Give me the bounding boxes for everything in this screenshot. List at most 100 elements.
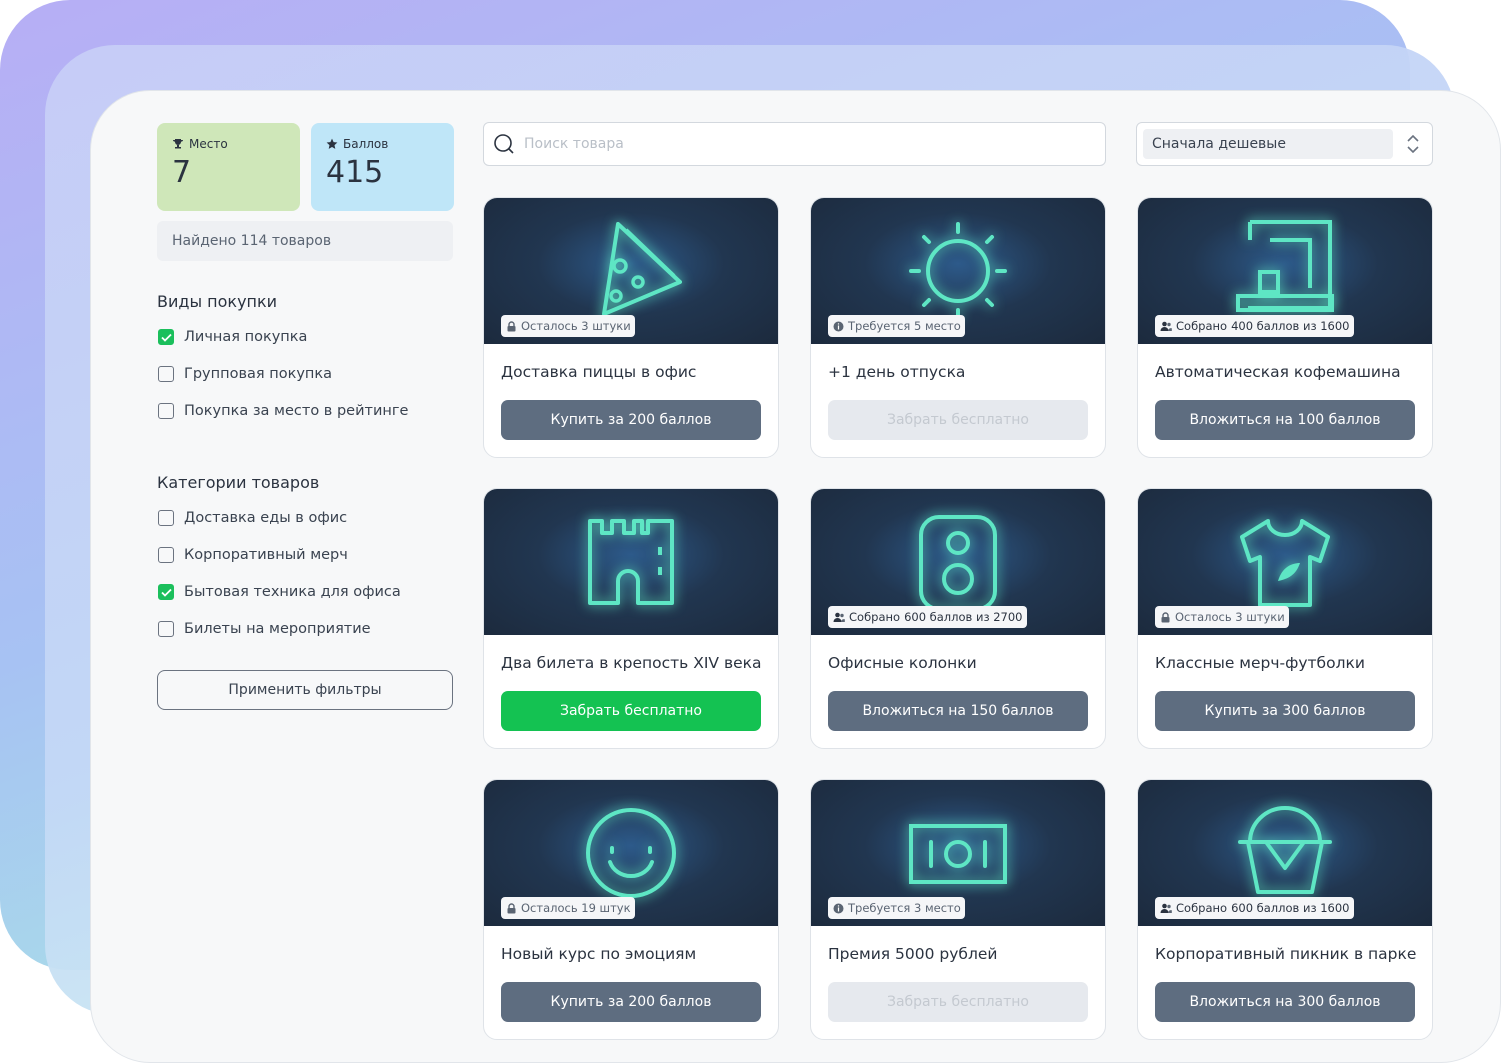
sort-selected-value[interactable]: Сначала дешевые [1143, 129, 1393, 159]
categories-heading: Категории товаров [157, 473, 320, 492]
filter-personal-purchase[interactable]: Личная покупка [158, 329, 307, 345]
badge-text: 600 баллов из 2700 [904, 610, 1023, 624]
filter-group-purchase[interactable]: Групповая покупка [158, 366, 332, 382]
filter-food-delivery[interactable]: Доставка еды в офис [158, 510, 347, 526]
sort-select[interactable]: Сначала дешевые [1136, 122, 1433, 166]
coffee-machine-icon [1236, 220, 1334, 312]
product-image: Осталось 19 штук [484, 780, 778, 926]
badge-text: Требуется 3 место [848, 901, 961, 915]
basket-icon [1238, 806, 1332, 894]
info-icon [833, 321, 844, 331]
invest-button[interactable]: Вложиться на 300 баллов [1155, 982, 1415, 1022]
badge-prefix: Собрано [849, 610, 901, 624]
product-card[interactable]: Два билета в крепость XIV века Забрать б… [483, 488, 779, 749]
product-title: Корпоративный пикник в парке [1155, 945, 1417, 963]
lock-icon [507, 902, 516, 913]
product-card[interactable]: Собрано 600 баллов из 2700 Офисные колон… [810, 488, 1106, 749]
checkbox[interactable] [158, 366, 174, 382]
product-title: Премия 5000 рублей [828, 945, 998, 963]
badge-text: Осталось 19 штук [521, 901, 631, 915]
buy-button[interactable]: Купить за 300 баллов [1155, 691, 1415, 731]
buy-button[interactable]: Купить за 200 баллов [501, 982, 761, 1022]
speaker-icon [919, 515, 997, 611]
fortress-icon [588, 519, 674, 605]
product-image [484, 489, 778, 635]
claim-free-button[interactable]: Забрать бесплатно [501, 691, 761, 731]
users-icon [1160, 903, 1172, 913]
product-card[interactable]: Требуется 5 место +1 день отпуска Забрат… [810, 197, 1106, 458]
product-badge: Осталось 19 штук [501, 897, 635, 919]
badge-prefix: Собрано [1176, 901, 1228, 915]
purchase-types-heading: Виды покупки [157, 292, 278, 311]
buy-button[interactable]: Купить за 200 баллов [501, 400, 761, 440]
badge-text: 400 баллов из 1600 [1231, 319, 1350, 333]
checkbox[interactable] [158, 403, 174, 419]
place-stat-card: Место 7 [157, 123, 300, 211]
filter-office-appliances[interactable]: Бытовая техника для офиса [158, 584, 401, 600]
badge-text: 600 баллов из 1600 [1231, 901, 1350, 915]
filter-rating-purchase[interactable]: Покупка за место в рейтинге [158, 403, 408, 419]
search-input[interactable] [522, 135, 1086, 153]
checkbox-checked[interactable] [158, 329, 174, 345]
invest-button[interactable]: Вложиться на 150 баллов [828, 691, 1088, 731]
filter-event-tickets[interactable]: Билеты на мероприятие [158, 621, 371, 637]
product-image: Собрано 400 баллов из 1600 [1138, 198, 1432, 344]
checkbox-checked[interactable] [158, 584, 174, 600]
product-badge: Требуется 5 место [828, 315, 965, 337]
product-card[interactable]: Собрано 600 баллов из 1600 Корпоративный… [1137, 779, 1433, 1040]
place-value: 7 [172, 155, 192, 190]
banknote-icon [909, 824, 1007, 884]
product-card[interactable]: Собрано 400 баллов из 1600 Автоматическа… [1137, 197, 1433, 458]
product-badge: Осталось 3 штуки [1155, 606, 1289, 628]
lock-icon [1161, 611, 1170, 622]
filter-label: Групповая покупка [184, 366, 333, 382]
filter-label: Покупка за место в рейтинге [184, 403, 409, 419]
filter-label: Билеты на мероприятие [184, 621, 371, 637]
found-count: Найдено 114 товаров [157, 221, 453, 261]
place-label: Место [189, 137, 228, 151]
product-title: Новый курс по эмоциям [501, 945, 697, 963]
product-title: +1 день отпуска [828, 363, 966, 381]
apply-filters-button[interactable]: Применить фильтры [157, 670, 453, 710]
invest-button[interactable]: Вложиться на 100 баллов [1155, 400, 1415, 440]
product-title: Доставка пиццы в офис [501, 363, 697, 381]
product-card[interactable]: Осталось 19 штук Новый курс по эмоциям К… [483, 779, 779, 1040]
product-badge: Собрано 600 баллов из 2700 [828, 606, 1027, 628]
product-badge: Осталось 3 штуки [501, 315, 635, 337]
filter-label: Личная покупка [184, 329, 308, 345]
checkbox[interactable] [158, 510, 174, 526]
tshirt-icon [1240, 519, 1330, 607]
chevron-updown-icon[interactable] [1406, 135, 1420, 153]
badge-prefix: Собрано [1176, 319, 1228, 333]
product-image: Требуется 3 место [811, 780, 1105, 926]
lock-icon [507, 320, 516, 331]
product-card[interactable]: Требуется 3 место Премия 5000 рублей Заб… [810, 779, 1106, 1040]
filter-label: Корпоративный мерч [184, 547, 348, 563]
sun-icon [909, 222, 1007, 320]
product-title: Автоматическая кофемашина [1155, 363, 1401, 381]
users-icon [833, 612, 845, 622]
product-image: Требуется 5 место [811, 198, 1105, 344]
badge-text: Осталось 3 штуки [1175, 610, 1285, 624]
users-icon [1160, 321, 1172, 331]
claim-free-button[interactable]: Забрать бесплатно [828, 982, 1088, 1022]
check-icon [160, 333, 172, 342]
product-image: Собрано 600 баллов из 2700 [811, 489, 1105, 635]
search-box[interactable] [483, 122, 1106, 166]
checkbox[interactable] [158, 547, 174, 563]
pizza-icon [600, 222, 682, 325]
points-label: Баллов [343, 137, 389, 151]
product-card[interactable]: Осталось 3 штуки Доставка пиццы в офис К… [483, 197, 779, 458]
product-title: Классные мерч-футболки [1155, 654, 1365, 672]
product-image: Осталось 3 штуки [1138, 489, 1432, 635]
product-image: Осталось 3 штуки [484, 198, 778, 344]
star-icon [326, 138, 338, 149]
badge-text: Требуется 5 место [848, 319, 961, 333]
search-icon [494, 134, 514, 154]
claim-free-button[interactable]: Забрать бесплатно [828, 400, 1088, 440]
filter-corporate-merch[interactable]: Корпоративный мерч [158, 547, 348, 563]
product-title: Два билета в крепость XIV века [501, 654, 762, 672]
product-card[interactable]: Осталось 3 штуки Классные мерч-футболки … [1137, 488, 1433, 749]
checkbox[interactable] [158, 621, 174, 637]
product-badge: Собрано 400 баллов из 1600 [1155, 315, 1354, 337]
